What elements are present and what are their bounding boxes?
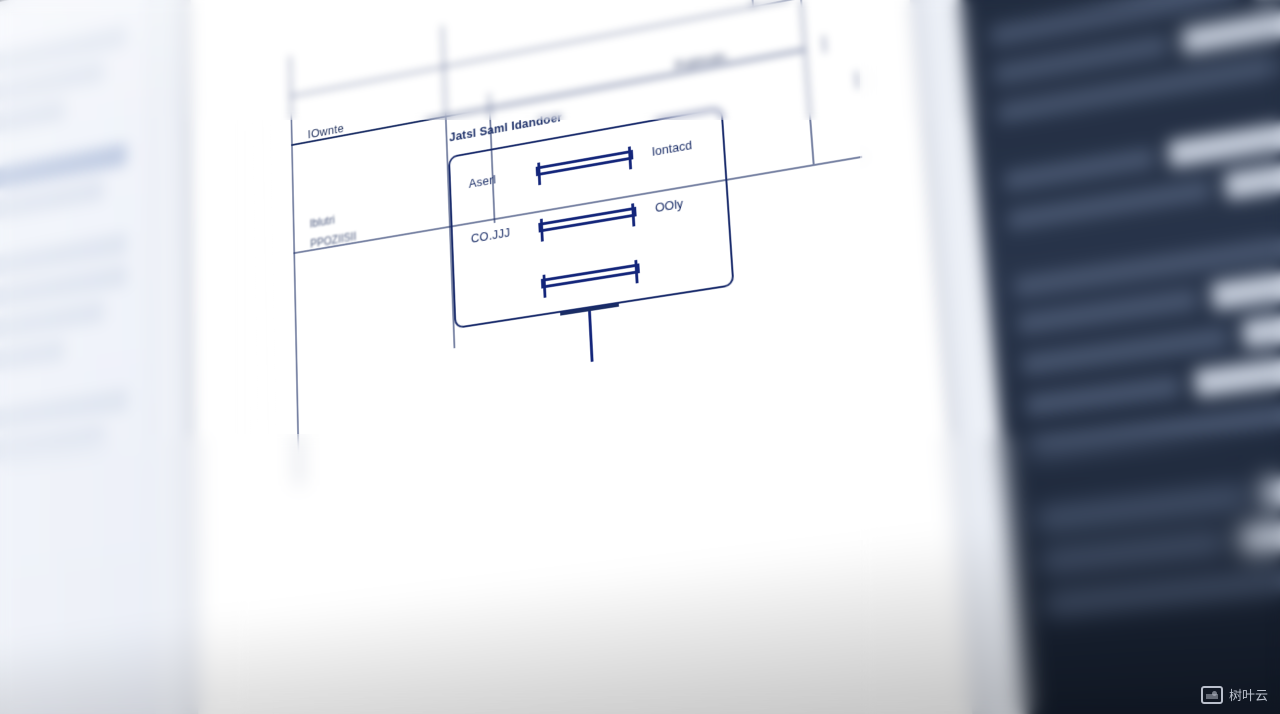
watermark: 树叶云 — [1201, 685, 1268, 704]
nav-item[interactable] — [0, 424, 104, 471]
dimension-panel-header: Jatsl Saml Idandoer — [449, 110, 563, 144]
dimension-key — [473, 287, 523, 295]
watermark-text: 树叶云 — [1229, 685, 1268, 704]
dimension-bar-icon — [536, 150, 634, 176]
dimension-key: Aserl — [468, 168, 518, 191]
drawing-page: IAcesio Pwood IOwnte Pobhndn. — [190, 0, 974, 714]
dimension-row — [473, 240, 713, 310]
dimension-value: OOly — [655, 192, 708, 215]
dimension-value — [659, 257, 712, 265]
dimension-value: Iontacd — [651, 135, 704, 158]
diagram-rowlabel: Iblutri — [310, 213, 335, 230]
canvas-area[interactable]: IAcesio Pwood IOwnte Pobhndn. — [151, 0, 1043, 714]
property-field[interactable] — [1252, 0, 1280, 2]
left-nav — [0, 0, 157, 714]
connector-line — [588, 308, 594, 362]
dimension-bar-icon — [538, 206, 636, 232]
dimension-bar-icon — [541, 263, 640, 288]
diagram-rowlabel: PPOZIISII — [310, 230, 356, 251]
dimension-key: CO.JJJ — [471, 223, 521, 245]
dimension-row: CO.JJJ OOly — [470, 183, 708, 255]
watermark-logo-icon — [1201, 686, 1223, 704]
